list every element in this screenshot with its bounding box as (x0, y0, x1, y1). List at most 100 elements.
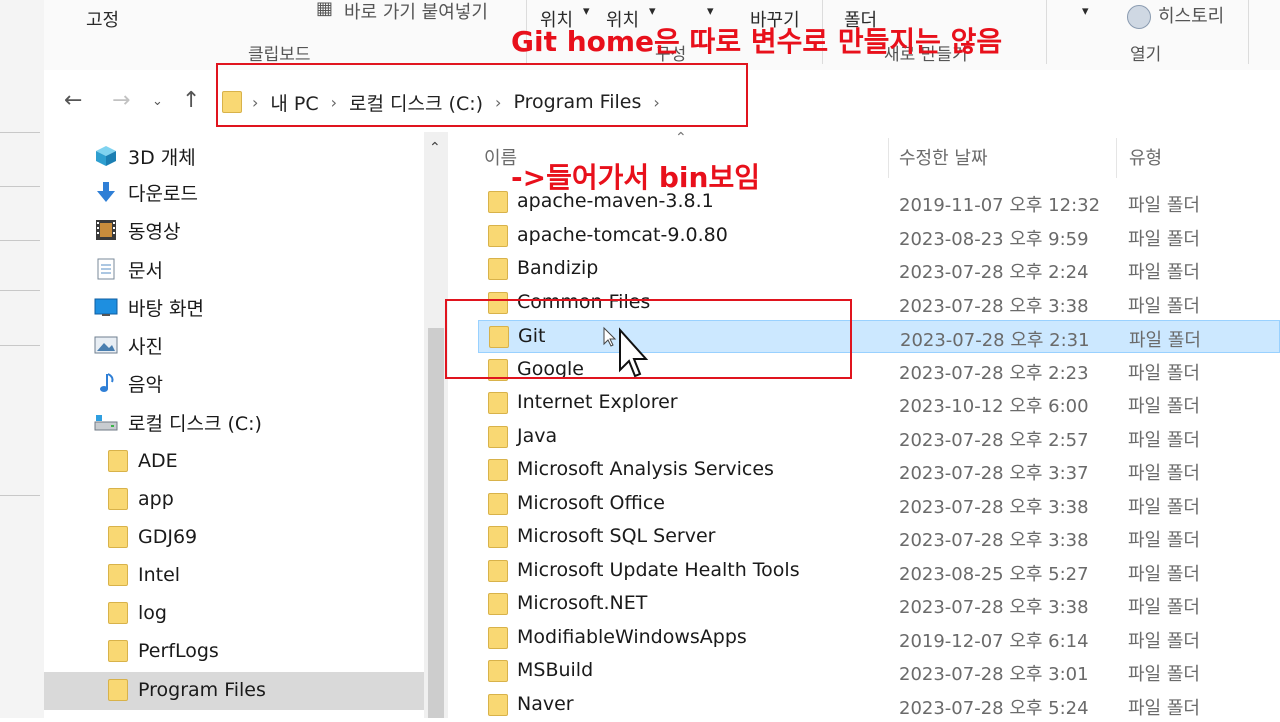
nav-item-videos[interactable]: 동영상 (94, 212, 180, 248)
folder-icon (108, 602, 128, 624)
nav-subfolder[interactable]: app (108, 481, 174, 517)
file-row[interactable]: Microsoft Analysis Services 2023-07-28 오후… (478, 454, 1280, 487)
nav-subfolder[interactable]: log (108, 595, 167, 631)
file-name: Naver (517, 692, 574, 715)
history-icon[interactable] (1127, 5, 1151, 29)
file-row[interactable]: Microsoft.NET 2023-07-28 오후 3:38 파일 폴더 (478, 588, 1280, 621)
chevron-down-icon[interactable]: ▾ (649, 4, 656, 19)
desktop-icon (94, 298, 118, 316)
nav-subfolder[interactable]: PerfLogs (108, 633, 219, 669)
cube-3d-icon (96, 146, 116, 166)
file-row[interactable]: Microsoft Update Health Tools 2023-08-25 … (478, 555, 1280, 588)
folder-icon (488, 224, 508, 247)
file-date: 2019-12-07 오후 6:14 (899, 630, 1089, 652)
subfolder-label: PerfLogs (138, 640, 219, 662)
folder-icon (488, 593, 508, 615)
file-row[interactable]: Microsoft SQL Server 2023-07-28 오후 3:38 파일… (478, 521, 1280, 554)
back-arrow-icon[interactable]: ← (64, 88, 82, 113)
column-divider[interactable] (888, 138, 889, 178)
recent-locations-chevron-icon[interactable]: ⌄ (152, 94, 163, 109)
file-date: 2023-07-28 오후 3:38 (899, 496, 1089, 518)
file-name: Microsoft Analysis Services (517, 458, 774, 480)
subfolder-label: Intel (138, 564, 181, 586)
file-type: 파일 폴더 (1128, 396, 1200, 417)
file-type: 파일 폴더 (1128, 697, 1200, 719)
chevron-down-icon[interactable]: ▾ (1082, 4, 1089, 19)
column-header-type[interactable]: 유형 (1129, 144, 1162, 170)
file-date: 2023-08-23 오후 9:59 (899, 228, 1089, 250)
file-date: 2023-07-28 오후 2:24 (899, 262, 1089, 283)
divider (0, 345, 40, 346)
open-group-label: 열기 (1130, 45, 1162, 65)
file-row[interactable]: ModifiableWindowsApps 2019-12-07 오후 6:14 파… (478, 622, 1280, 655)
paste-shortcut-button[interactable]: 바로 가기 붙여넣기 (344, 0, 488, 24)
ribbon-pin-button[interactable]: 고정 (86, 6, 119, 32)
file-type: 파일 폴더 (1128, 228, 1200, 250)
file-name: MSBuild (517, 659, 594, 681)
file-row[interactable]: apache-tomcat-9.0.80 2023-08-23 오후 9:59 파일… (478, 220, 1280, 253)
column-divider[interactable] (1116, 138, 1117, 178)
file-name: Microsoft.NET (517, 592, 648, 614)
folder-icon (488, 492, 508, 515)
nav-item-local-disk[interactable]: 로컬 디스크 (C:) (94, 404, 262, 440)
nav-pane-scrollbar[interactable]: ⌃ (424, 132, 448, 718)
folder-icon (488, 425, 508, 448)
paste-shortcut-icon[interactable]: ▦ (316, 0, 333, 19)
file-row[interactable]: Java 2023-07-28 오후 2:57 파일 폴더 (478, 421, 1280, 454)
film-icon (96, 220, 116, 240)
file-date: 2023-07-28 오후 3:38 (899, 295, 1089, 317)
subfolder-label: GDJ69 (138, 526, 198, 548)
nav-item-downloads[interactable]: 다운로드 (94, 174, 198, 210)
file-row[interactable]: Microsoft Office 2023-07-28 오후 3:38 파일 폴더 (478, 488, 1280, 521)
file-date: 2023-07-28 오후 5:24 (899, 697, 1089, 719)
chevron-down-icon[interactable]: ▾ (707, 4, 714, 19)
nav-item-label: 다운로드 (128, 182, 198, 205)
nav-subfolder[interactable]: GDJ69 (108, 519, 197, 555)
file-type: 파일 폴더 (1128, 664, 1200, 685)
file-name: Bandizip (517, 257, 599, 279)
folder-icon (488, 660, 508, 682)
nav-item-label: 로컬 디스크 (C:) (128, 412, 262, 435)
file-row[interactable]: Naver 2023-07-28 오후 5:24 파일 폴더 (478, 689, 1280, 722)
nav-item-music[interactable]: 음악 (94, 365, 163, 401)
nav-item-desktop[interactable]: 바탕 화면 (94, 289, 204, 325)
folder-icon (488, 526, 508, 548)
chevron-down-icon[interactable]: ▾ (583, 4, 590, 19)
file-row[interactable]: Bandizip 2023-07-28 오후 2:24 파일 폴더 (478, 253, 1280, 286)
file-list: 이름 수정한 날짜 유형 apache-maven-3.8.1 2019-11-0… (450, 132, 1280, 719)
nav-subfolder[interactable]: Intel (108, 557, 180, 593)
annotation-top-note: Git home은 따로 변수로 만들지는 않음 (511, 25, 1003, 58)
file-row[interactable]: Internet Explorer 2023-10-12 오후 6:00 파일 폴더 (478, 387, 1280, 420)
nav-item-label: 음악 (128, 373, 163, 396)
file-date: 2023-07-28 오후 2:23 (899, 362, 1089, 384)
nav-item-3d-objects[interactable]: 3D 개체 (94, 138, 196, 174)
folder-icon (488, 559, 508, 582)
folder-icon (108, 450, 128, 472)
nav-subfolder-selected[interactable]: Program Files (108, 672, 266, 708)
nav-subfolder[interactable]: ADE (108, 443, 178, 479)
picture-icon (94, 336, 118, 354)
column-header-date[interactable]: 수정한 날짜 (899, 144, 988, 170)
file-row[interactable]: MSBuild 2023-07-28 오후 3:01 파일 폴더 (478, 655, 1280, 688)
up-arrow-icon[interactable]: ↑ (182, 88, 200, 113)
nav-item-label: 문서 (128, 259, 163, 282)
background-window (0, 0, 45, 718)
folder-icon (488, 626, 508, 649)
history-button[interactable]: 히스토리 (1158, 2, 1224, 28)
file-date: 2023-07-28 오후 2:31 (900, 330, 1090, 351)
file-type: 파일 폴더 (1128, 362, 1200, 384)
scrollbar-thumb[interactable] (428, 328, 444, 718)
divider (0, 495, 40, 496)
drive-icon (94, 415, 118, 431)
file-type: 파일 폴더 (1128, 429, 1200, 451)
scroll-up-icon[interactable]: ⌃ (429, 140, 441, 156)
divider (0, 132, 40, 133)
nav-item-documents[interactable]: 문서 (94, 251, 163, 287)
nav-item-label: 바탕 화면 (128, 297, 204, 320)
subfolder-label: ADE (138, 450, 178, 472)
forward-arrow-icon[interactable]: → (112, 88, 130, 113)
nav-item-pictures[interactable]: 사진 (94, 327, 163, 363)
file-date: 2023-07-28 오후 3:01 (899, 664, 1089, 685)
clipboard-group-label: 클립보드 (248, 45, 311, 65)
file-date: 2023-10-12 오후 6:00 (899, 396, 1089, 417)
